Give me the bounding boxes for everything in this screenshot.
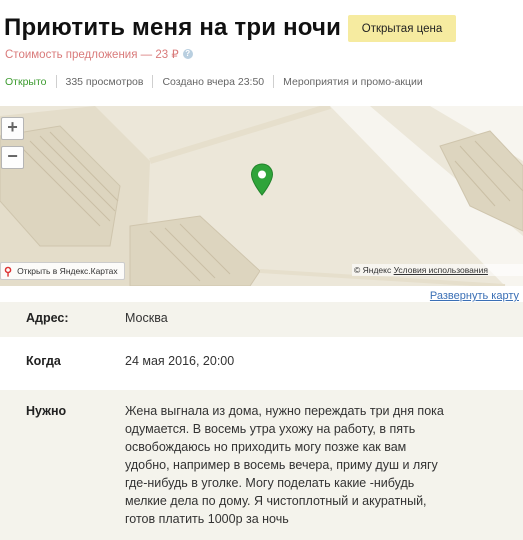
zoom-in-icon: + — [7, 117, 18, 137]
expand-map-link[interactable]: Развернуть карту — [430, 290, 519, 302]
zoom-out-button[interactable]: − — [1, 146, 24, 169]
views-count: 335 просмотров — [65, 75, 144, 88]
offer-cost-text: Стоимость предложения — 23 ₽ — [5, 49, 179, 61]
price-badge: Открытая цена — [348, 15, 456, 42]
page-title: Приютить меня на три ночи — [4, 14, 342, 41]
status-open: Открыто — [5, 75, 47, 88]
needs-line: мелкие дела по дому. Я чистоплотный и ак… — [125, 494, 427, 508]
address-row: Адрес: Москва — [0, 302, 523, 337]
location-pin-icon: ⚲ — [4, 265, 13, 278]
status-bar: Открыто 335 просмотров Создано вчера 23:… — [5, 75, 423, 88]
when-row: Когда 24 мая 2016, 20:00 — [0, 337, 523, 388]
needs-row: Нужно Жена выгнала из дома, нужно пережд… — [0, 390, 523, 540]
map-copyright: © Яндекс Условия использования — [352, 264, 523, 276]
map-pin-icon[interactable] — [250, 163, 274, 197]
when-value: 24 мая 2016, 20:00 — [125, 354, 235, 368]
needs-line: освобождаюсь но приходить могу позже как… — [125, 440, 407, 454]
copyright-brand: © Яндекс — [354, 265, 392, 275]
needs-line: Жена выгнала из дома, нужно переждать тр… — [125, 404, 444, 418]
open-in-yandex-maps-button[interactable]: ⚲ Открыть в Яндекс.Картах — [0, 262, 125, 280]
zoom-out-icon: − — [7, 146, 18, 166]
terms-link[interactable]: Условия использования — [394, 265, 488, 275]
zoom-in-button[interactable]: + — [1, 117, 24, 140]
needs-text: Жена выгнала из дома, нужно переждать тр… — [125, 402, 480, 528]
needs-line: удобно, например в восемь вечера, приму … — [125, 458, 438, 472]
address-label: Адрес: — [26, 311, 69, 325]
needs-line: где-нибудь в уголке. Могу поделать какие… — [125, 476, 415, 490]
map[interactable]: + − ⚲ Открыть в Яндекс.Картах © Яндекс У… — [0, 106, 523, 286]
open-yandex-label: Открыть в Яндекс.Картах — [17, 266, 118, 276]
divider — [152, 75, 154, 88]
divider — [55, 75, 57, 88]
divider — [273, 75, 275, 88]
when-label: Когда — [26, 354, 61, 368]
info-icon[interactable]: ? — [182, 49, 193, 59]
category-link[interactable]: Мероприятия и промо-акции — [283, 76, 423, 88]
needs-line: одумается. В восемь утра ухожу на работу… — [125, 422, 416, 436]
needs-label: Нужно — [26, 404, 67, 418]
created-time: Создано вчера 23:50 — [162, 75, 265, 88]
needs-line: готов платить 1000р за ночь — [125, 512, 289, 526]
offer-cost: Стоимость предложения — 23 ₽ ? — [5, 47, 193, 61]
address-value: Москва — [125, 311, 168, 325]
